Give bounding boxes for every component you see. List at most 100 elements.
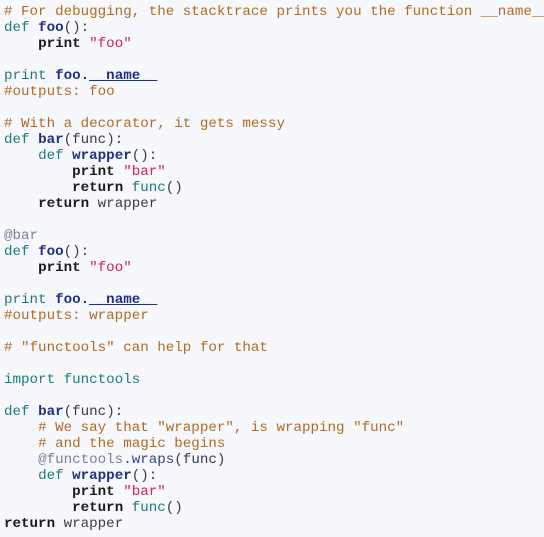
code-line-32: return func() xyxy=(4,500,544,516)
code-line-20: #outputs: wrapper xyxy=(4,308,544,324)
object-ref: foo xyxy=(55,292,81,308)
dunder-name-attr: __name__ xyxy=(89,292,158,308)
punctuation: (): xyxy=(63,20,90,36)
comment-token: #outputs: wrapper xyxy=(4,308,149,324)
string-literal: "bar" xyxy=(123,484,166,500)
keyword-return: return xyxy=(4,516,56,532)
identifier: func xyxy=(131,500,166,516)
parameter-name: func xyxy=(72,132,107,148)
comment-token: # For debugging, the stacktrace prints y… xyxy=(4,4,544,20)
string-literal: "foo" xyxy=(89,260,132,276)
decorator-module: @functools xyxy=(38,452,124,468)
code-line-24: import functools xyxy=(4,372,544,388)
punctuation: () xyxy=(165,500,183,516)
builtin-print: print xyxy=(72,164,115,180)
code-line-2: def foo(): xyxy=(4,20,544,36)
builtin-print: print xyxy=(38,36,81,52)
punctuation: () xyxy=(165,180,183,196)
code-line-11: print "bar" xyxy=(4,164,544,180)
dot-operator: . xyxy=(80,68,90,84)
code-line-33: return wrapper xyxy=(4,516,544,532)
code-line-15: @bar xyxy=(4,228,544,244)
code-line-29: @functools.wraps(func) xyxy=(4,452,544,468)
code-line-7-blank xyxy=(4,100,544,116)
code-line-30: def wrapper(): xyxy=(4,468,544,484)
comment-token: # "functools" can help for that xyxy=(4,340,268,356)
dunder-name-attr: __name__ xyxy=(89,68,158,84)
code-line-13: return wrapper xyxy=(4,196,544,212)
keyword-def: def xyxy=(4,132,30,148)
keyword-def: def xyxy=(4,20,30,36)
code-listing[interactable]: # For debugging, the stacktrace prints y… xyxy=(0,0,544,537)
keyword-return: return xyxy=(38,196,90,212)
identifier: wrapper xyxy=(63,516,124,532)
code-line-27: # We say that "wrapper", is wrapping "fu… xyxy=(4,420,544,436)
object-ref: foo xyxy=(55,68,81,84)
keyword-return: return xyxy=(72,180,124,196)
keyword-def: def xyxy=(38,148,64,164)
code-line-19: print foo.__name__ xyxy=(4,292,544,308)
code-line-10: def wrapper(): xyxy=(4,148,544,164)
decorator-attribute: .wraps xyxy=(123,452,175,468)
comment-token: # We say that "wrapper", is wrapping "fu… xyxy=(38,420,405,436)
punctuation: (): xyxy=(131,468,158,484)
code-line-5: print foo.__name__ xyxy=(4,68,544,84)
code-line-31: print "bar" xyxy=(4,484,544,500)
comment-token: # and the magic begins xyxy=(38,436,226,452)
code-line-28: # and the magic begins xyxy=(4,436,544,452)
code-line-21-blank xyxy=(4,324,544,340)
function-name: wrapper xyxy=(72,148,132,164)
identifier: wrapper xyxy=(97,196,158,212)
function-name: bar xyxy=(38,132,64,148)
code-line-9: def bar(func): xyxy=(4,132,544,148)
code-line-17: print "foo" xyxy=(4,260,544,276)
function-name: foo xyxy=(38,244,64,260)
punctuation: (): xyxy=(131,148,158,164)
code-line-3: print "foo" xyxy=(4,36,544,52)
code-line-18-blank xyxy=(4,276,544,292)
function-name: bar xyxy=(38,404,64,420)
builtin-print: print xyxy=(38,260,81,276)
code-line-23-blank xyxy=(4,356,544,372)
code-line-12: return func() xyxy=(4,180,544,196)
string-literal: "foo" xyxy=(89,36,132,52)
comment-token: #outputs: foo xyxy=(4,84,115,100)
parameter-name: func xyxy=(72,404,107,420)
punctuation: (): xyxy=(63,244,90,260)
identifier: func xyxy=(131,180,166,196)
decorator-args: (func) xyxy=(174,452,226,468)
dot-operator: . xyxy=(80,292,90,308)
keyword-def: def xyxy=(4,244,30,260)
paren-open: ( xyxy=(63,404,73,420)
code-line-16: def foo(): xyxy=(4,244,544,260)
keyword-def: def xyxy=(38,468,64,484)
string-literal: "bar" xyxy=(123,164,166,180)
module-name: functools xyxy=(63,372,141,388)
keyword-return: return xyxy=(72,500,124,516)
keyword-import: import xyxy=(4,372,56,388)
decorator-token: @bar xyxy=(4,228,39,244)
